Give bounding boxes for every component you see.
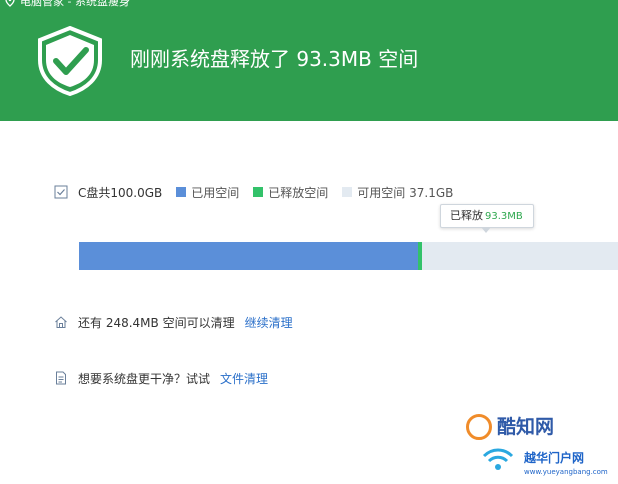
used-swatch [176, 187, 187, 197]
watermark-logo-icon [466, 414, 492, 440]
remaining-text: 还有 248.4MB 空间可以清理 [78, 315, 235, 330]
free-swatch [342, 187, 353, 197]
legend-free-label: 可用空间 37.1GB [357, 185, 454, 200]
used-segment [79, 242, 418, 270]
freed-segment [418, 242, 422, 270]
wifi-icon [482, 448, 514, 470]
legend-used: 已用空间 [176, 184, 239, 201]
house-icon [55, 316, 67, 328]
file-clean-row: 想要系统盘更干净？试试 文件清理 [54, 369, 268, 387]
legend-freed-label: 已释放空间 [268, 185, 329, 200]
shield-check-icon [38, 26, 102, 96]
location-pin-icon [5, 0, 15, 7]
legend-freed: 已释放空间 [253, 184, 328, 201]
freed-tooltip: 已释放 93.3MB [440, 204, 534, 233]
watermark-text-2: 越华门户网 [524, 451, 585, 465]
page-title: 刚刚系统盘释放了 93.3MB 空间 [130, 47, 419, 71]
legend-used-label: 已用空间 [191, 185, 240, 200]
watermark-text-1: 酷知网 [497, 416, 555, 438]
disk-total-label: C盘共100.0GB [78, 185, 163, 200]
tooltip-value: 93.3MB [485, 211, 523, 222]
disk-usage-bar [79, 242, 618, 270]
legend-free: 可用空间 37.1GB [342, 184, 453, 201]
clean-text: 想要系统盘更干净？试试 [78, 371, 211, 386]
file-clean-link[interactable]: 文件清理 [220, 370, 268, 387]
tooltip-label: 已释放 [450, 209, 483, 222]
checklist-icon [54, 185, 68, 199]
document-icon [56, 371, 66, 385]
freed-swatch [253, 187, 264, 197]
title-bar: 电脑管家 - 系统盘瘦身 [4, 0, 130, 8]
continue-clean-link[interactable]: 继续清理 [245, 314, 293, 331]
watermark-url: www.yueyangbang.com [524, 468, 608, 476]
remaining-space-row: 还有 248.4MB 空间可以清理 继续清理 [54, 313, 293, 331]
result-header: 电脑管家 - 系统盘瘦身 刚刚系统盘释放了 93.3MB 空间 [0, 0, 618, 121]
disk-summary-row: C盘共100.0GB 已用空间 已释放空间 可用空间 37.1GB [54, 183, 453, 201]
breadcrumb: 电脑管家 - 系统盘瘦身 [20, 0, 130, 8]
